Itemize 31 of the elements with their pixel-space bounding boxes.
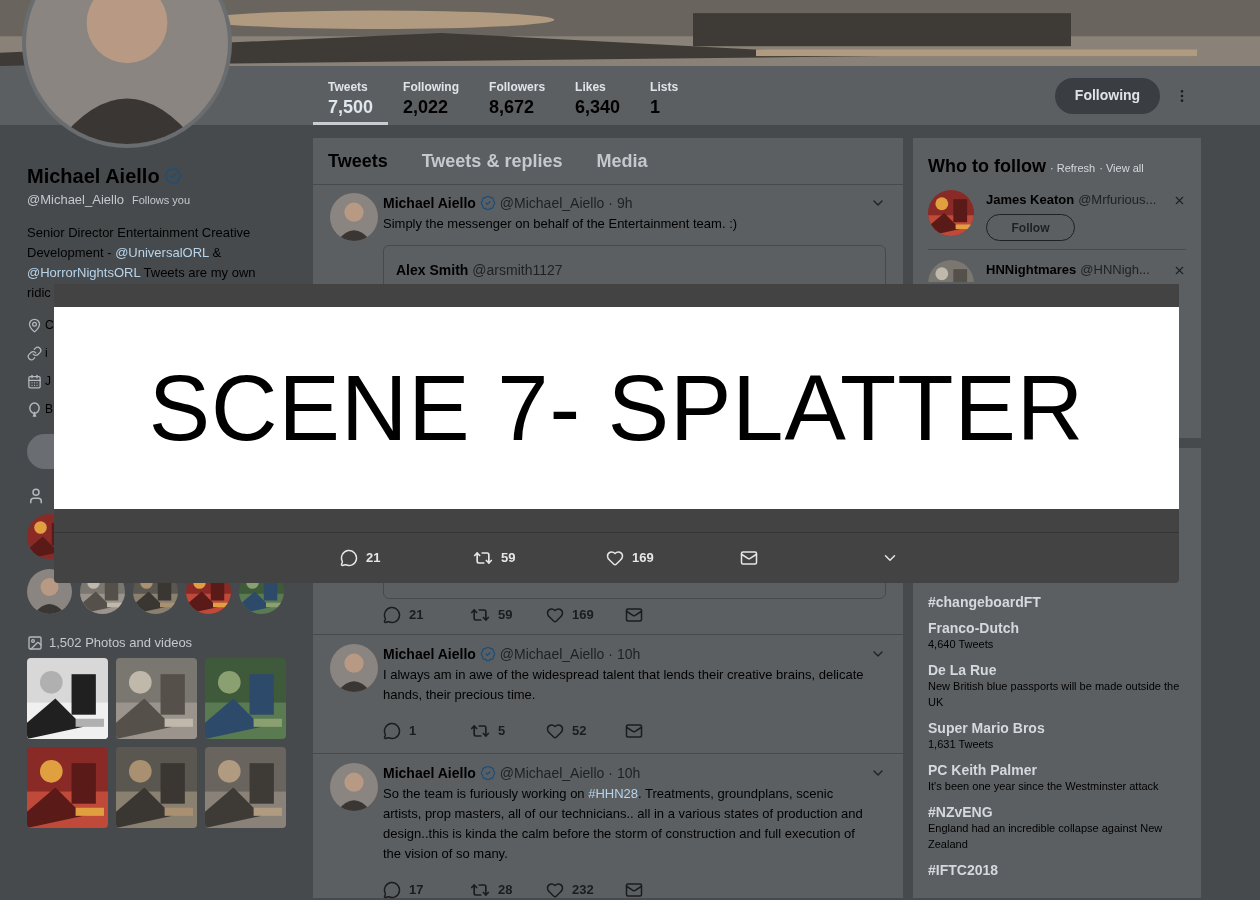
like-count: 52 [572, 722, 587, 741]
reply-count: 21 [366, 549, 381, 568]
tweet-text: Simply the messenger on behalf of the Entertainment team. :) [383, 215, 739, 233]
trend-description: 1,631 Tweets [928, 737, 995, 752]
retweet-count: 28 [498, 881, 513, 900]
trend-description: 4,640 Tweets [928, 637, 995, 652]
quoted-handle: @arsmith1127 [472, 262, 563, 278]
trend-description: It's been one year since the Westminster attack [928, 779, 1160, 794]
profile-name: Michael Aiello [27, 164, 160, 188]
image-caption: SCENE 7- SPLATTER [148, 362, 1085, 454]
retweet-count: 5 [498, 722, 506, 741]
quoted-author: Alex Smith [396, 262, 469, 278]
tweet-text: I always am in awe of the widespread talent that lends their creative brains, delicate hands, their precious time. [383, 666, 865, 704]
like-count: 169 [632, 549, 654, 568]
card-title: Who to follow [928, 155, 1046, 178]
trend-description: England had an incredible collapse against New Zealand [928, 821, 1164, 852]
reply-count: 17 [409, 881, 424, 900]
trend-description: New British blue passports will be made outside the UK [928, 679, 1181, 710]
tweet-text: So the team is furiously working on #HHN28. Treatments, groundplans, scenic artists, prop masters, all of our technicians.. all in a various states of production and design..this is kinda the calm before the storm of construction and full execution of the vision of so many. [383, 785, 864, 863]
like-count: 232 [572, 881, 594, 900]
follows-you-label: Follows you [132, 193, 191, 208]
reply-count: 1 [409, 722, 417, 741]
retweet-count: 59 [501, 549, 516, 568]
profile-detail: C [45, 317, 54, 334]
profile-detail: B [45, 401, 53, 418]
like-count: 169 [572, 606, 594, 625]
profile-detail: J [45, 373, 51, 390]
retweet-count: 59 [498, 606, 513, 625]
reply-count: 21 [409, 606, 424, 625]
profile-handle: @Michael_Aiello [27, 191, 125, 209]
profile-detail: i [45, 345, 48, 362]
